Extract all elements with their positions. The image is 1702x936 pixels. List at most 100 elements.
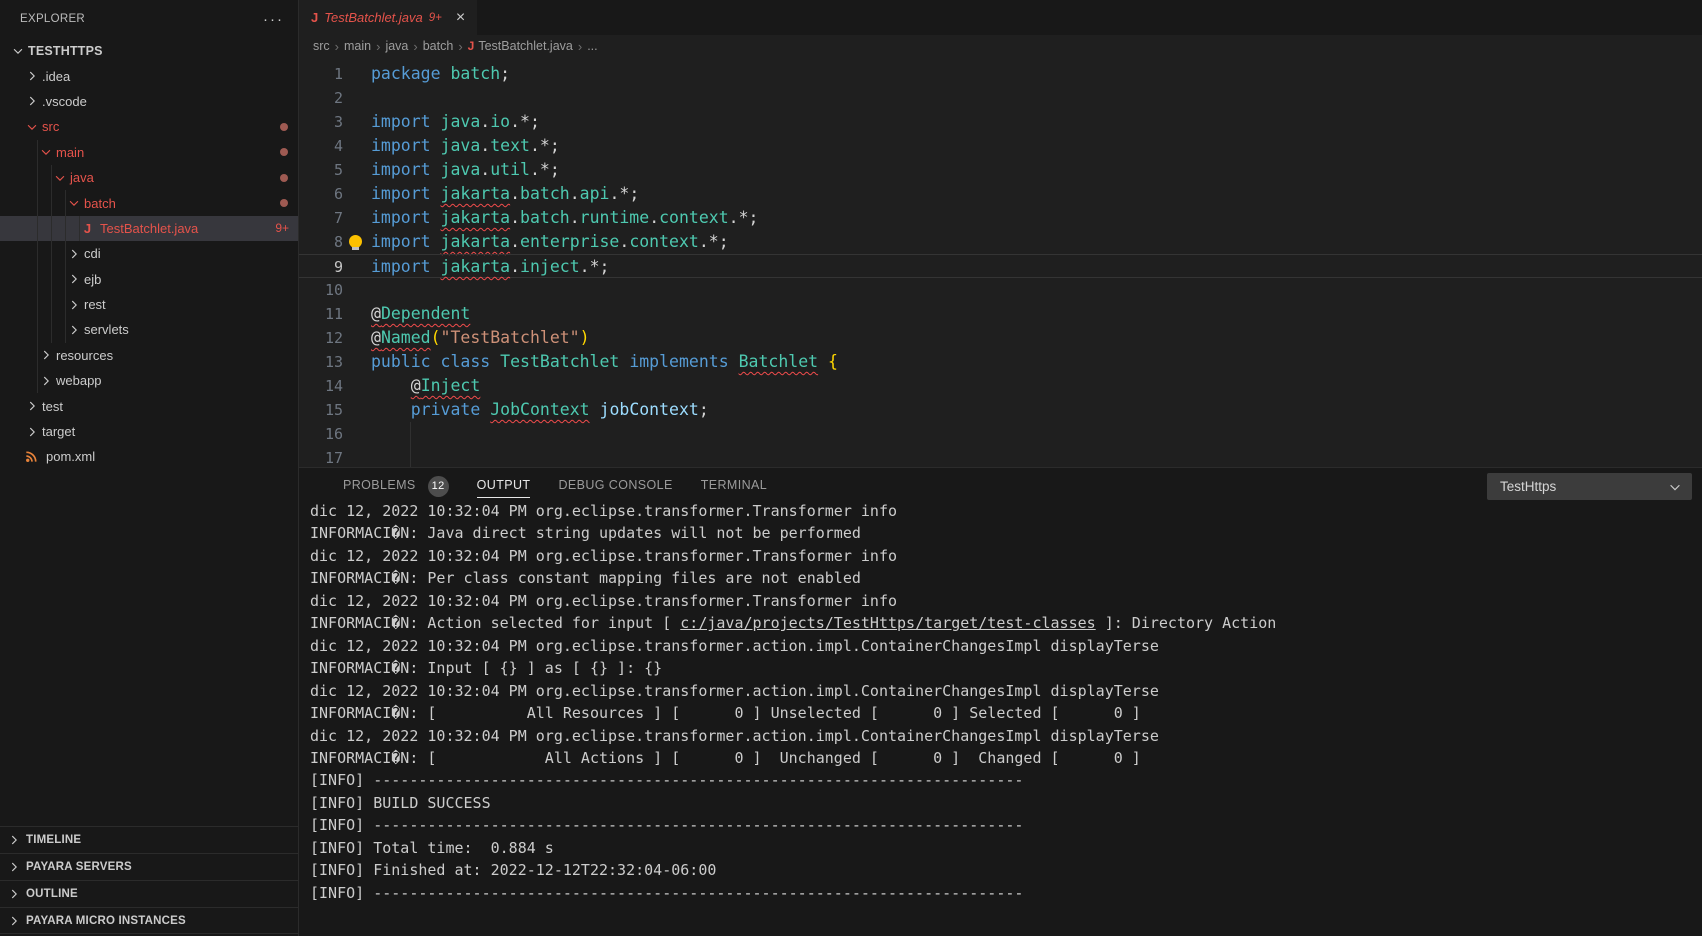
code-line-text: import jakarta.enterprise.context.*; <box>343 230 729 254</box>
more-actions-icon[interactable]: ··· <box>263 11 284 28</box>
chevron-down-icon <box>38 144 54 160</box>
indent-guide <box>65 241 66 266</box>
console-line: INFORMACI�N: Per class constant mapping … <box>310 567 1702 589</box>
code-line-text: @Named("TestBatchlet") <box>343 326 590 350</box>
section-timeline[interactable]: TIMELINE <box>0 826 298 853</box>
close-icon[interactable]: × <box>456 10 465 26</box>
code-line-6: 6import jakarta.batch.api.*; <box>299 182 1702 206</box>
panel-tab-terminal[interactable]: TERMINAL <box>701 474 767 498</box>
indent-guide <box>37 317 38 342</box>
lightbulb-icon[interactable] <box>349 235 362 248</box>
tree-item-label: TestBatchlet.java <box>100 221 198 236</box>
tree-item-ejb[interactable]: ejb <box>0 267 298 292</box>
modified-dot-indicator <box>280 148 288 156</box>
breadcrumb-item[interactable]: main <box>344 39 371 53</box>
tree-item-testbatchlet-java[interactable]: JTestBatchlet.java9+ <box>0 216 298 241</box>
indent-guide <box>51 292 52 317</box>
file-path-link[interactable]: c:/java/projects/TestHttps/target/test-c… <box>680 614 1095 632</box>
code-line-11: 11@Dependent <box>299 302 1702 326</box>
tree-item-src[interactable]: src <box>0 114 298 139</box>
chevron-down-icon <box>10 43 26 59</box>
console-line: INFORMACI�N: Java direct string updates … <box>310 522 1702 544</box>
tree-item--idea[interactable]: .idea <box>0 63 298 88</box>
indent-guide <box>37 216 38 241</box>
file-tree: TESTHTTPS .idea.vscodesrc main java batch J Te… <box>0 38 298 470</box>
code-line-4: 4import java.text.*; <box>299 134 1702 158</box>
tree-item-testhttps[interactable]: TESTHTTPS <box>0 38 298 63</box>
panel-tab-output[interactable]: OUTPUT <box>477 474 531 498</box>
tree-item-label: target <box>42 424 75 439</box>
tree-item-label: TESTHTTPS <box>28 44 103 58</box>
line-number: 4 <box>299 134 343 158</box>
indent-guide <box>37 267 38 292</box>
console-line: dic 12, 2022 10:32:04 PM org.eclipse.tra… <box>310 680 1702 702</box>
breadcrumb-item[interactable]: src <box>313 39 330 53</box>
line-number: 9 <box>299 255 343 277</box>
chevron-right-icon <box>66 271 82 287</box>
code-line-text <box>343 86 371 110</box>
tree-item--vscode[interactable]: .vscode <box>0 89 298 114</box>
code-editor[interactable]: 1package batch;23import java.io.*;4impor… <box>299 57 1702 467</box>
code-line-1: 1package batch; <box>299 62 1702 86</box>
console-line: [INFO] ---------------------------------… <box>310 769 1702 791</box>
code-line-15: 15 private JobContext jobContext; <box>299 398 1702 422</box>
code-line-9: 9import jakarta.inject.*; <box>299 254 1702 278</box>
code-line-text: import jakarta.inject.*; <box>343 255 609 277</box>
panel-tab-label: TERMINAL <box>701 474 767 498</box>
explorer-sidebar: EXPLORER ··· TESTHTTPS.idea.vscodesrcmai… <box>0 0 299 936</box>
indent-guide <box>51 165 52 190</box>
tree-item-webapp[interactable]: webapp <box>0 368 298 393</box>
tree-item-cdi[interactable]: cdi <box>0 241 298 266</box>
panel-tab-problems[interactable]: PROBLEMS12 <box>343 474 449 498</box>
modified-dot-indicator <box>280 123 288 131</box>
breadcrumb-item[interactable]: TestBatchlet.java <box>478 39 573 53</box>
tree-item-rest[interactable]: rest <box>0 292 298 317</box>
breadcrumb-separator: › <box>335 39 339 54</box>
tree-item-resources[interactable]: resources <box>0 343 298 368</box>
console-line: [INFO] BUILD SUCCESS <box>310 792 1702 814</box>
tree-item-label: resources <box>56 348 113 363</box>
modified-dot-indicator <box>280 199 288 207</box>
tree-item-batch[interactable]: batch <box>0 190 298 215</box>
line-number: 12 <box>299 326 343 350</box>
indent-guide <box>51 267 52 292</box>
tree-item-label: servlets <box>84 322 129 337</box>
indent-guide <box>65 216 66 241</box>
output-channel-select[interactable]: TestHttps <box>1487 473 1692 500</box>
indent-guide <box>51 241 52 266</box>
tree-item-target[interactable]: target <box>0 419 298 444</box>
java-file-icon: J <box>80 221 95 236</box>
tab-testbatchlet-java[interactable]: J TestBatchlet.java 9+ × <box>299 0 477 35</box>
breadcrumb-item[interactable]: batch <box>423 39 454 53</box>
code-line-text: import java.io.*; <box>343 110 540 134</box>
section-payara-micro-instances[interactable]: PAYARA MICRO INSTANCES <box>0 907 298 934</box>
section-outline[interactable]: OUTLINE <box>0 880 298 907</box>
chevron-down-icon <box>24 119 40 135</box>
chevron-right-icon <box>38 347 54 363</box>
indent-guide <box>51 317 52 342</box>
tree-item-label: main <box>56 145 84 160</box>
panel-tab-debug-console[interactable]: DEBUG CONSOLE <box>558 474 672 498</box>
tree-item-pom-xml[interactable]: pom.xml <box>0 444 298 469</box>
tree-item-label: batch <box>84 196 116 211</box>
line-number: 2 <box>299 86 343 110</box>
tree-item-main[interactable]: main <box>0 140 298 165</box>
code-line-text: import java.text.*; <box>343 134 560 158</box>
breadcrumb-item[interactable]: java <box>385 39 408 53</box>
line-number: 11 <box>299 302 343 326</box>
sidebar-bottom-sections: TIMELINEPAYARA SERVERSOUTLINEPAYARA MICR… <box>0 826 298 934</box>
breadcrumb-item[interactable]: ... <box>587 39 597 53</box>
section-payara-servers[interactable]: PAYARA SERVERS <box>0 853 298 880</box>
tree-item-java[interactable]: java <box>0 165 298 190</box>
indent-guide <box>65 190 66 215</box>
indent-guide <box>37 292 38 317</box>
tree-item-test[interactable]: test <box>0 393 298 418</box>
output-console[interactable]: dic 12, 2022 10:32:04 PM org.eclipse.tra… <box>299 500 1702 936</box>
maven-pom-icon <box>24 449 40 465</box>
chevron-down-icon <box>66 195 82 211</box>
indent-guide <box>65 267 66 292</box>
tree-item-servlets[interactable]: servlets <box>0 317 298 342</box>
breadcrumb-separator: › <box>578 39 582 54</box>
chevron-right-icon <box>6 913 22 929</box>
code-line-text <box>343 446 411 467</box>
